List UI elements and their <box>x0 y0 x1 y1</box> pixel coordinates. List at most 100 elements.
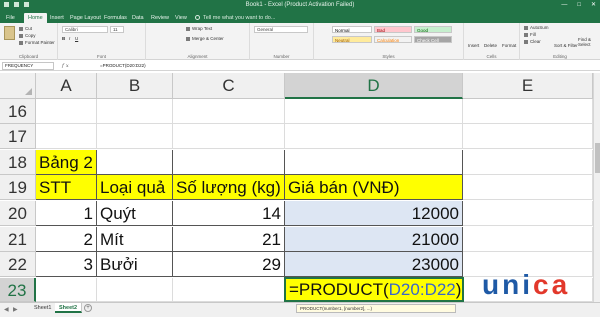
cell-e20[interactable] <box>463 201 593 226</box>
style-check-cell[interactable]: Check Cell <box>414 36 452 43</box>
cell-a18[interactable]: Bảng 2 <box>36 150 97 175</box>
fx-icon[interactable]: fx <box>62 62 71 70</box>
row-header-23[interactable]: 23 <box>0 278 36 302</box>
cell-a23[interactable] <box>36 278 97 302</box>
cell-a22[interactable]: 3 <box>36 252 97 277</box>
cell-d18[interactable] <box>285 150 463 175</box>
sheet-tab-sheet1[interactable]: Sheet1 <box>30 303 57 313</box>
tab-insert[interactable]: Insert <box>50 13 64 23</box>
tab-data[interactable]: Data <box>132 13 144 23</box>
format-painter-button[interactable]: Format Painter <box>19 40 55 46</box>
cell-d22[interactable]: 23000 <box>285 252 463 277</box>
cell-b18[interactable] <box>97 150 173 175</box>
column-header-e[interactable]: E <box>463 73 593 99</box>
tab-home[interactable]: Home <box>24 13 47 23</box>
tab-review[interactable]: Review <box>151 13 169 23</box>
row-header-17[interactable]: 17 <box>0 124 36 149</box>
row-header-18[interactable]: 18 <box>0 150 36 175</box>
cell-a16[interactable] <box>36 99 97 124</box>
cell-c16[interactable] <box>173 99 285 124</box>
style-normal[interactable]: Normal <box>332 26 372 33</box>
cell-c19[interactable]: Số lượng (kg) <box>173 175 285 200</box>
cell-c20[interactable]: 14 <box>173 201 285 226</box>
cell-d16[interactable] <box>285 99 463 124</box>
cell-c23[interactable] <box>173 278 285 302</box>
cell-c22[interactable]: 29 <box>173 252 285 277</box>
clear-button[interactable]: Clear <box>524 39 541 45</box>
style-bad[interactable]: Bad <box>374 26 412 33</box>
wrap-text-button[interactable]: Wrap Text <box>186 26 212 32</box>
add-sheet-icon[interactable]: + <box>84 304 92 312</box>
cell-b16[interactable] <box>97 99 173 124</box>
tab-page-layout[interactable]: Page Layout <box>70 13 101 23</box>
autosum-button[interactable]: AutoSum <box>524 25 549 31</box>
tell-me-box[interactable]: Tell me what you want to do... <box>195 13 275 23</box>
cell-a20[interactable]: 1 <box>36 201 97 226</box>
column-header-d[interactable]: D <box>285 73 463 99</box>
row-header-21[interactable]: 21 <box>0 227 36 252</box>
row-header-16[interactable]: 16 <box>0 99 36 124</box>
cell-d23-editing[interactable]: =PRODUCT(D20:D22) <box>284 277 464 302</box>
cell-b22[interactable]: Bưởi <box>97 252 173 277</box>
cell-d17[interactable] <box>285 124 463 149</box>
row-header-22[interactable]: 22 <box>0 252 36 277</box>
font-size-select[interactable]: 11 <box>110 26 124 33</box>
style-neutral[interactable]: Neutral <box>332 36 372 43</box>
cell-b20[interactable]: Quýt <box>97 201 173 226</box>
cell-e21[interactable] <box>463 227 593 252</box>
cell-a21[interactable]: 2 <box>36 227 97 252</box>
underline-button[interactable]: U <box>75 36 78 42</box>
font-name-select[interactable]: Calibri <box>62 26 108 33</box>
format-cells-button[interactable]: Format <box>502 43 516 49</box>
paste-icon[interactable] <box>4 26 15 40</box>
select-all-corner[interactable] <box>0 73 36 99</box>
cell-a17[interactable] <box>36 124 97 149</box>
cell-d20[interactable]: 12000 <box>285 201 463 226</box>
delete-cells-button[interactable]: Delete <box>484 43 497 49</box>
find-select-button[interactable]: Find & Select <box>578 37 598 47</box>
prev-sheet-icon[interactable]: ◀ <box>4 306 9 314</box>
fill-button[interactable]: Fill <box>524 32 536 38</box>
minimize-button[interactable]: — <box>561 1 567 10</box>
cell-d21[interactable]: 21000 <box>285 227 463 252</box>
cell-b17[interactable] <box>97 124 173 149</box>
number-format-select[interactable]: General <box>254 26 308 33</box>
row-header-20[interactable]: 20 <box>0 201 36 226</box>
cell-d19[interactable]: Giá bán (VNĐ) <box>285 175 463 200</box>
next-sheet-icon[interactable]: ▶ <box>13 306 18 314</box>
cell-c17[interactable] <box>173 124 285 149</box>
row-header-19[interactable]: 19 <box>0 175 36 200</box>
copy-button[interactable]: Copy <box>19 33 36 39</box>
italic-button[interactable]: I <box>69 36 70 42</box>
cut-button[interactable]: Cut <box>19 26 32 32</box>
column-header-c[interactable]: C <box>173 73 285 99</box>
cell-b21[interactable]: Mít <box>97 227 173 252</box>
formula-input[interactable]: =PRODUCT(D20:D22) <box>100 62 146 70</box>
scrollbar-thumb[interactable] <box>595 143 600 173</box>
sheet-tab-sheet2[interactable]: Sheet2 <box>55 303 83 313</box>
close-button[interactable]: ✕ <box>591 1 596 10</box>
cell-b19[interactable]: Loại quả <box>97 175 173 200</box>
name-box[interactable]: FREQUENCY <box>2 62 54 70</box>
cell-e18[interactable] <box>463 150 593 175</box>
sort-filter-button[interactable]: Sort & Filter <box>554 43 578 49</box>
cell-e17[interactable] <box>463 124 593 149</box>
tab-file[interactable]: File <box>6 13 15 23</box>
cell-e19[interactable] <box>463 175 593 200</box>
cell-a19[interactable]: STT <box>36 175 97 200</box>
style-calculation[interactable]: Calculation <box>374 36 412 43</box>
bold-button[interactable]: B <box>62 36 65 42</box>
cell-b23[interactable] <box>97 278 173 302</box>
tab-formulas[interactable]: Formulas <box>104 13 127 23</box>
column-header-a[interactable]: A <box>36 73 97 99</box>
vertical-scrollbar[interactable] <box>593 73 600 302</box>
style-good[interactable]: Good <box>414 26 452 33</box>
merge-center-button[interactable]: Merge & Center <box>186 36 224 42</box>
cell-e16[interactable] <box>463 99 593 124</box>
insert-cells-button[interactable]: Insert <box>468 43 479 49</box>
cell-c21[interactable]: 21 <box>173 227 285 252</box>
cell-c18[interactable] <box>173 150 285 175</box>
maximize-button[interactable]: □ <box>577 1 581 10</box>
tab-view[interactable]: View <box>175 13 187 23</box>
column-header-b[interactable]: B <box>97 73 173 99</box>
